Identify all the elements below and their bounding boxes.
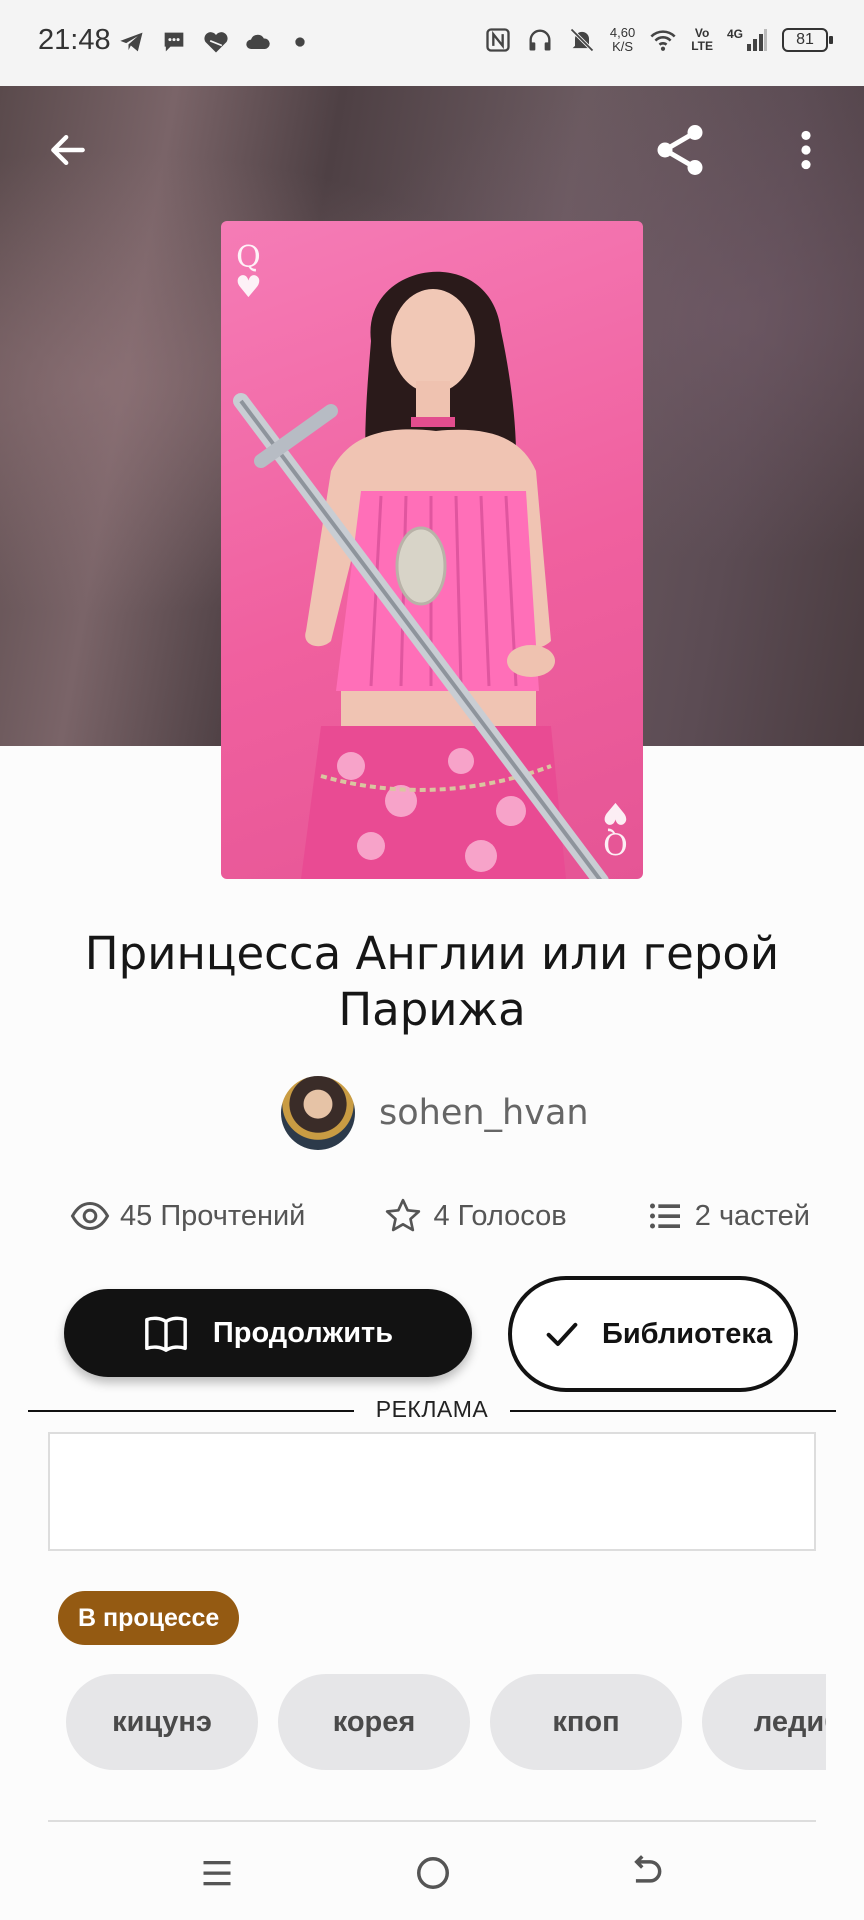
story-title: Принцесса Англии или герой Парижа (84, 927, 780, 1036)
tags-row: кицунэ корея кпоп ледиб (66, 1674, 826, 1770)
network-speed-unit: K/S (612, 39, 634, 54)
home-button[interactable] (408, 1848, 458, 1898)
more-options-button[interactable] (776, 120, 836, 180)
library-button[interactable]: Библиотека (508, 1276, 798, 1392)
ad-divider-right (510, 1410, 836, 1412)
cover-illustration (233, 271, 609, 879)
back-nav-button[interactable] (622, 1848, 672, 1898)
parts-stat[interactable]: 2 частей (645, 1196, 810, 1236)
dot-icon (295, 37, 305, 47)
ad-divider-left (28, 1410, 354, 1412)
chat-icon (164, 32, 184, 52)
notification-icons (118, 28, 314, 56)
ad-label: РЕКЛАМА (375, 1396, 489, 1422)
card-rank: Q (236, 240, 261, 275)
open-book-icon (145, 1316, 187, 1352)
votes-count: 4 Голосов (433, 1199, 567, 1232)
author-avatar[interactable] (281, 1076, 355, 1150)
tag-chip[interactable]: кицунэ (66, 1674, 258, 1770)
volte-bottom: LTE (691, 39, 713, 53)
home-icon (417, 1857, 449, 1889)
ad-slot[interactable] (48, 1432, 816, 1551)
recent-apps-icon (203, 1861, 231, 1886)
card-corner-bottom: Q ♥ (602, 795, 629, 860)
status-badge: В процессе (58, 1591, 240, 1645)
heart-app-icon (204, 32, 228, 53)
continue-reading-button[interactable]: Продолжить (64, 1289, 472, 1377)
list-icon (649, 1203, 680, 1229)
tag-chip[interactable]: кпоп (490, 1674, 682, 1770)
mute-icon (570, 28, 594, 52)
status-time: 21:48 (38, 24, 111, 56)
author-name[interactable]: sohen_hvan (379, 1093, 589, 1133)
back-button[interactable] (38, 120, 98, 180)
story-details-screen: 21:48 4,60 K/S Vo LTE 4G 81 Q ♥ Q ♥ Прин… (0, 0, 864, 1920)
more-vertical-icon (801, 130, 811, 170)
parts-count: 2 частей (694, 1199, 810, 1232)
library-label: Библиотека (602, 1318, 773, 1350)
signal-label: 4G (726, 27, 743, 41)
section-divider (48, 1820, 816, 1822)
continue-label: Продолжить (212, 1316, 394, 1349)
battery-icon: 81 (782, 28, 833, 52)
tag-chip[interactable]: ледиб (702, 1674, 826, 1770)
system-nav-bar (0, 1824, 864, 1920)
volte-indicator: Vo LTE (691, 27, 713, 53)
votes-stat: 4 Голосов (383, 1196, 567, 1236)
system-icons: 4,60 K/S Vo LTE 4G 81 (484, 26, 833, 54)
headphones-icon (529, 29, 551, 51)
card-rank: Q (603, 825, 628, 860)
story-cover[interactable]: Q ♥ Q ♥ (221, 221, 643, 879)
signal-indicator: 4G (727, 28, 768, 52)
network-speed-value: 4,60 (609, 25, 636, 40)
telegram-icon (120, 32, 143, 52)
share-button[interactable] (650, 120, 710, 180)
back-arrow-icon (51, 134, 85, 166)
author-row[interactable]: sohen_hvan (281, 1076, 589, 1150)
cloud-icon (246, 34, 270, 49)
eye-icon (70, 1201, 110, 1231)
card-corner-top: Q ♥ (235, 243, 262, 303)
wifi-icon (650, 30, 676, 51)
recent-apps-button[interactable] (192, 1848, 242, 1898)
card-suit: ♥ (602, 795, 629, 830)
reads-count: 45 Прочтений (120, 1199, 306, 1232)
star-icon (386, 1198, 421, 1232)
network-speed: 4,60 K/S (610, 26, 635, 54)
status-bar: 21:48 4,60 K/S Vo LTE 4G 81 (0, 0, 864, 86)
checkmark-icon (546, 1322, 578, 1346)
back-nav-icon (634, 1855, 662, 1883)
nfc-icon (486, 28, 510, 52)
share-icon (657, 125, 703, 175)
card-suit: ♥ (235, 270, 262, 305)
tag-chip[interactable]: корея (278, 1674, 470, 1770)
signal-icon (747, 29, 767, 51)
story-stats: 45 Прочтений 4 Голосов 2 частей (70, 1196, 810, 1236)
reads-stat: 45 Прочтений (70, 1196, 305, 1236)
